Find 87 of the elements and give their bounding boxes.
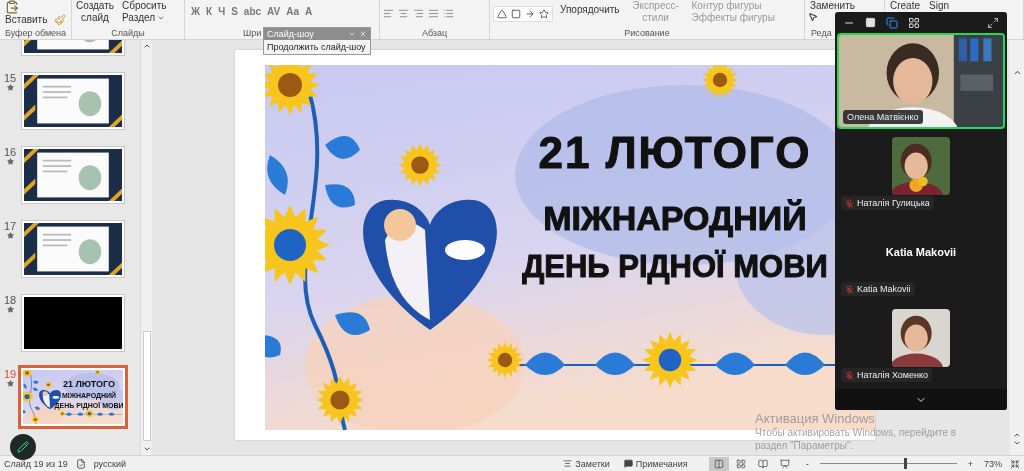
scrollbar[interactable] <box>140 40 152 455</box>
star-icon <box>6 232 14 239</box>
view-icon <box>779 458 790 469</box>
activation-notice: Активация Windows Чтобы активировать Windows, перейдите в раздел "Параметры". <box>755 411 957 452</box>
fit-icon[interactable] <box>1010 458 1020 469</box>
notes-button[interactable]: Заметки <box>560 458 613 469</box>
slide-title: ДЕНЬ РІДНОЇ МОВИ <box>522 251 828 282</box>
expand-icon[interactable] <box>987 16 999 29</box>
grid-icon <box>908 16 920 29</box>
paste-icon <box>5 0 19 14</box>
group-label: Реда <box>811 28 832 38</box>
square-icon[interactable] <box>511 9 521 19</box>
format-button[interactable]: A <box>302 6 316 18</box>
align-right-icon[interactable] <box>413 8 424 19</box>
caret-icon <box>157 14 166 22</box>
close-icon[interactable] <box>359 30 367 38</box>
thumbnail-text: 21 ЛЮТОГО <box>62 380 116 389</box>
star-icon <box>6 306 14 313</box>
list-icon[interactable] <box>443 8 454 19</box>
star-icon <box>6 380 14 387</box>
muted-mic-icon <box>845 370 854 380</box>
zoom-out-button[interactable]: - <box>802 458 812 469</box>
slide-counter: Слайд 19 из 19 <box>4 458 68 469</box>
align-justify-icon[interactable] <box>428 8 439 19</box>
muted-mic-icon <box>845 198 854 208</box>
arrow-icon[interactable] <box>525 9 535 19</box>
comment-icon <box>623 459 633 468</box>
name-tag: Katia Makovii <box>841 282 915 296</box>
notes-icon <box>563 459 573 468</box>
group-label: Шри <box>243 28 262 38</box>
format-button[interactable]: AV <box>264 6 284 18</box>
slide-number: 18 <box>3 294 17 306</box>
view-button[interactable] <box>865 17 876 28</box>
new-slide-button[interactable]: Создать слайд <box>75 0 115 24</box>
format-button[interactable]: abc <box>240 6 265 18</box>
stacked-view-icon <box>886 16 898 29</box>
sign-button[interactable]: Sign <box>927 0 952 12</box>
group-label: Абзац <box>421 28 448 38</box>
reset-button[interactable]: Сбросить <box>120 0 169 12</box>
square-icon <box>865 17 876 28</box>
star-icon[interactable] <box>539 9 549 19</box>
slide-title: 21 ЛЮТОГО <box>538 131 812 175</box>
slide-number: 15 <box>3 72 17 84</box>
format-button[interactable]: S <box>228 6 241 18</box>
star-icon <box>6 158 14 165</box>
pointer-icon[interactable] <box>808 12 818 22</box>
replace-button[interactable]: Заменить <box>808 0 857 12</box>
section-button[interactable]: Раздел <box>120 12 169 24</box>
language-label: русский <box>93 458 126 469</box>
view-icon <box>757 458 768 469</box>
format-button[interactable]: Ч <box>215 6 229 18</box>
view-icon <box>713 458 724 469</box>
muted-mic-icon <box>845 284 854 294</box>
spellcheck-icon[interactable] <box>75 458 86 469</box>
dropdown-icon[interactable] <box>348 30 356 38</box>
slide-number: 16 <box>3 146 17 158</box>
pencil-icon <box>17 441 29 453</box>
arrange-button[interactable]: Упорядочить <box>558 4 622 16</box>
triangle-icon[interactable] <box>497 9 507 19</box>
menu-item[interactable]: Продолжить слайд-шоу <box>264 40 370 54</box>
paste-button[interactable]: Вставить <box>3 0 50 26</box>
zoom-in-button[interactable]: + <box>964 458 976 469</box>
format-button[interactable]: Aa <box>283 6 303 18</box>
slide-number: 17 <box>3 220 17 232</box>
name-tag: Наталія Гулицька <box>841 196 934 210</box>
participant-name: Katia Makovii <box>885 246 957 258</box>
group-label: Буфер обмена <box>4 28 67 38</box>
name-tag: Наталія Хоменко <box>841 368 933 382</box>
format-button[interactable]: К <box>203 6 216 18</box>
create-button[interactable]: Create <box>888 0 922 12</box>
star-icon <box>6 84 14 91</box>
slide-title: МІЖНАРОДНИЙ <box>543 201 807 235</box>
scrollbar[interactable] <box>1010 40 1024 455</box>
shapes-gallery[interactable] <box>493 6 553 22</box>
slider-thumb[interactable] <box>903 458 907 469</box>
toolbar-title: Слайд-шоу <box>267 29 314 39</box>
zoom-level: 73% <box>984 458 1002 469</box>
group-label: Слайды <box>111 28 145 38</box>
group-label: Рисование <box>624 28 670 38</box>
align-center-icon[interactable] <box>398 8 409 19</box>
view-icon <box>735 458 746 469</box>
align-left-icon[interactable] <box>383 8 394 19</box>
scroll-thumb[interactable] <box>142 331 151 441</box>
slide-number: 19 <box>3 368 17 380</box>
comments-button[interactable]: Примечания <box>620 458 691 469</box>
format-button[interactable]: Ж <box>188 6 204 18</box>
view-button[interactable] <box>908 16 920 29</box>
